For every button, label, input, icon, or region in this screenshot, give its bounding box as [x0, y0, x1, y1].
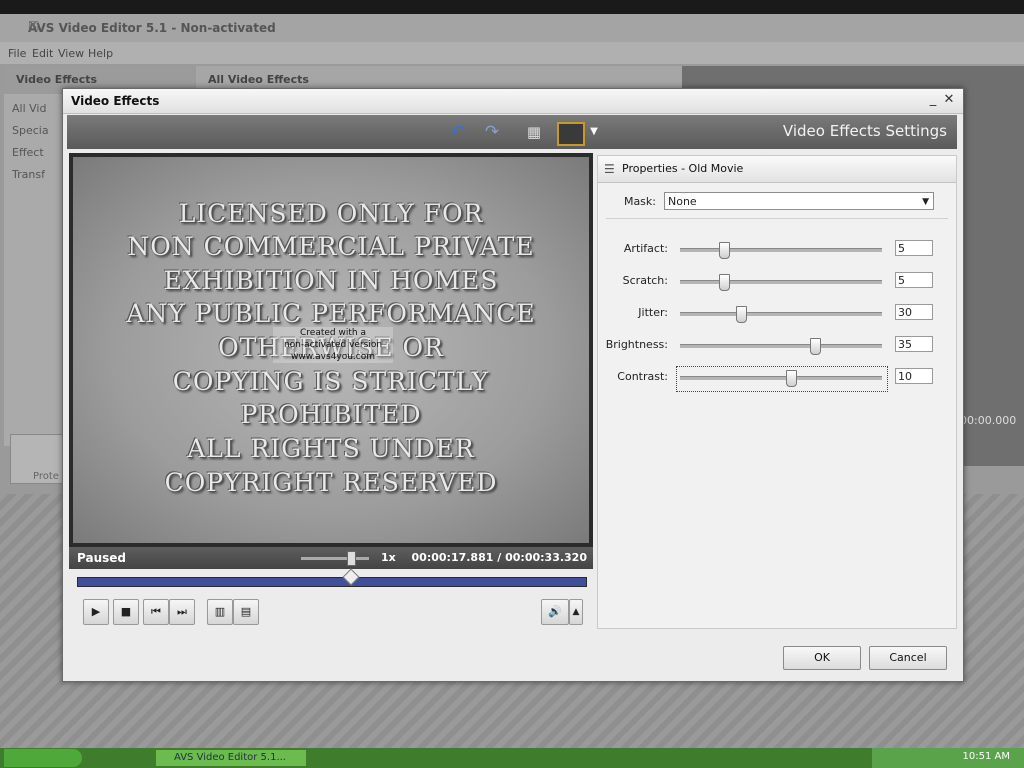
undo-icon[interactable]: ↶	[447, 121, 469, 143]
watermark: Created with a non-activated version www…	[273, 327, 393, 363]
slider-track[interactable]	[680, 344, 882, 348]
video-text-line: ALL RIGHTS UNDER	[187, 434, 475, 463]
menu-edit[interactable]: Edit	[32, 47, 53, 60]
properties-title: Properties - Old Movie	[622, 162, 744, 175]
current-time: 00:00:17.881	[411, 551, 494, 564]
volume-dropdown-icon[interactable]: ▲	[569, 599, 583, 625]
redo-icon[interactable]: ↷	[481, 121, 503, 143]
mask-label: Mask:	[623, 195, 656, 208]
slider-label: Jitter:	[638, 306, 668, 319]
video-text-line: PROHIBITED	[240, 400, 422, 429]
divider	[606, 218, 948, 219]
monitor-dropdown-icon[interactable]: ▼	[583, 121, 605, 143]
volume-icon[interactable]: 🔊	[541, 599, 569, 625]
protect-label: Prote	[33, 471, 59, 482]
slider-thumb[interactable]	[810, 338, 822, 355]
app-menubar: File Edit View Help	[0, 42, 1024, 64]
next-frame-button[interactable]: ⏭	[169, 599, 195, 625]
start-button[interactable]	[4, 749, 82, 767]
slider-thumb[interactable]	[735, 306, 747, 323]
speed-value: 1x	[381, 551, 396, 564]
app-timecode: 00:00.000	[960, 414, 1017, 427]
playback-status-bar: Paused 1x 00:00:17.881 / 00:00:33.320	[69, 547, 593, 569]
watermark-line: non-activated version	[283, 340, 383, 350]
video-text-line: NON COMMERCIAL PRIVATE	[127, 232, 535, 261]
taskbar-app-label: AVS Video Editor 5.1...	[174, 752, 286, 763]
stop-button[interactable]: ■	[113, 599, 139, 625]
properties-panel: ☰ Properties - Old Movie Mask: None ▼ Ar…	[597, 155, 957, 629]
minimize-icon[interactable]: _	[925, 92, 941, 108]
video-text-line: ANY PUBLIC PERFORMANCE	[126, 299, 536, 328]
slider-value-input[interactable]: 5	[895, 240, 933, 256]
clock: 10:51 AM	[962, 751, 1010, 762]
menu-view[interactable]: View	[58, 47, 84, 60]
play-button[interactable]: ▶	[83, 599, 109, 625]
properties-header: ☰ Properties - Old Movie	[598, 156, 956, 183]
slider-label: Artifact:	[623, 242, 668, 255]
left-panel-title: Video Effects	[16, 73, 98, 86]
video-text-line: COPYRIGHT RESERVED	[164, 468, 498, 497]
monitor-icon[interactable]	[557, 122, 585, 146]
grid-icon[interactable]: ▦	[523, 121, 545, 143]
slider-track[interactable]	[680, 248, 882, 252]
ok-button[interactable]: OK	[783, 646, 861, 670]
previous-frame-button[interactable]: ⏮	[143, 599, 169, 625]
mark-in-button[interactable]: ▥	[207, 599, 233, 625]
slider-label: Contrast:	[617, 370, 668, 383]
video-preview: LICENSED ONLY FOR NON COMMERCIAL PRIVATE…	[73, 157, 589, 543]
slider-value-input[interactable]: 35	[895, 336, 933, 352]
cancel-button[interactable]: Cancel	[869, 646, 947, 670]
mask-value: None	[668, 195, 697, 208]
settings-title: Video Effects Settings	[782, 122, 947, 140]
mark-out-button[interactable]: ▤	[233, 599, 259, 625]
slider-thumb[interactable]	[719, 274, 731, 291]
video-text-line: LICENSED ONLY FOR	[178, 199, 484, 228]
dialog-titlebar: Video Effects _ ✕	[63, 89, 963, 114]
taskbar: AVS Video Editor 5.1... 10:51 AM	[0, 748, 1024, 768]
dialog-toolbar: ↶ ↷ ▦ ▼ Video Effects Settings	[67, 115, 957, 149]
watermark-line: Created with a	[300, 328, 366, 338]
playback-status: Paused	[77, 551, 126, 565]
video-text-line: EXHIBITION IN HOMES	[163, 266, 499, 295]
slider-track[interactable]	[680, 312, 882, 316]
close-icon[interactable]: ✕	[28, 18, 1014, 32]
focus-rectangle	[676, 366, 888, 392]
dialog-title: Video Effects	[71, 94, 160, 108]
slider-label: Brightness:	[605, 338, 668, 351]
total-time: 00:00:33.320	[505, 551, 587, 564]
slider-thumb[interactable]	[719, 242, 731, 259]
menu-file[interactable]: File	[8, 47, 26, 60]
slider-value-input[interactable]: 30	[895, 304, 933, 320]
mask-select[interactable]: None ▼	[664, 192, 934, 210]
slider-value-input[interactable]: 5	[895, 272, 933, 288]
speed-slider-thumb[interactable]	[347, 551, 356, 566]
time-display: 00:00:17.881 / 00:00:33.320	[412, 551, 587, 564]
center-panel-title: All Video Effects	[208, 73, 309, 86]
time-separator: /	[497, 551, 502, 564]
video-text-line: COPYING IS STRICTLY	[172, 367, 490, 396]
speed-slider-track[interactable]	[301, 557, 369, 560]
system-tray: 10:51 AM	[872, 748, 1024, 768]
seek-bar[interactable]	[77, 577, 587, 587]
menu-help[interactable]: Help	[88, 47, 113, 60]
taskbar-app-button[interactable]: AVS Video Editor 5.1...	[156, 750, 306, 766]
chevron-down-icon: ▼	[922, 197, 929, 207]
properties-icon: ☰	[604, 162, 615, 176]
close-icon[interactable]: ✕	[941, 92, 957, 108]
video-effects-dialog: Video Effects _ ✕ ↶ ↷ ▦ ▼ Video Effects …	[62, 88, 964, 682]
app-titlebar: AVS Video Editor 5.1 - Non-activated □ ✕	[0, 14, 1024, 42]
slider-track[interactable]	[680, 280, 882, 284]
slider-label: Scratch:	[622, 274, 668, 287]
slider-value-input[interactable]: 10	[895, 368, 933, 384]
watermark-line: www.avs4you.com	[291, 352, 375, 362]
